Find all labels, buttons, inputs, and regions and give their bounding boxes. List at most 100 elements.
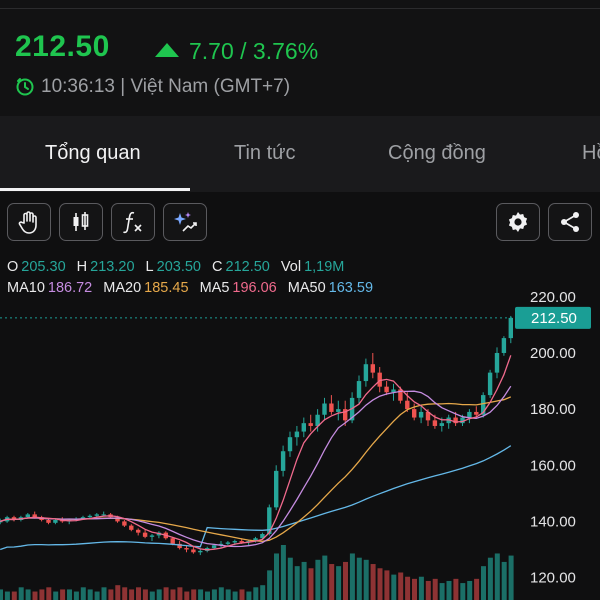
candle-body xyxy=(322,403,327,415)
volume-bar xyxy=(343,561,348,600)
hand-icon xyxy=(18,211,37,234)
volume-bar xyxy=(11,591,17,600)
ai-analysis-button[interactable] xyxy=(163,203,207,241)
y-tick-label: 140.00 xyxy=(530,513,576,530)
candle-body xyxy=(418,411,424,418)
y-tick-label: 200.00 xyxy=(530,345,576,362)
volume-bar xyxy=(329,564,335,600)
y-tick-label: 120.00 xyxy=(530,570,576,587)
tab-news[interactable]: Tin tức xyxy=(234,142,296,165)
indicators-button[interactable] xyxy=(111,203,155,241)
candle-body xyxy=(501,338,507,353)
volume-bar xyxy=(446,580,452,600)
candle-body xyxy=(467,411,472,418)
volume-bar xyxy=(142,589,148,600)
volume-bar xyxy=(4,591,10,600)
volume-bar xyxy=(239,589,245,600)
last-price-badge-text: 212.50 xyxy=(531,310,577,327)
share-icon xyxy=(561,212,579,232)
volume-bar xyxy=(308,568,314,600)
volume-bar xyxy=(170,589,176,600)
tab-overview[interactable]: Tổng quan xyxy=(45,142,141,165)
candle-body xyxy=(474,411,479,415)
volume-bar xyxy=(246,591,252,600)
tab-profile[interactable]: Hồ xyxy=(582,142,600,165)
volume-bar xyxy=(453,578,459,600)
volume-bar xyxy=(425,580,431,600)
volume-bar xyxy=(156,589,162,600)
candle-body xyxy=(356,381,362,398)
high-label: H xyxy=(76,259,88,275)
volume-bar xyxy=(349,553,355,600)
volume-bar xyxy=(32,591,38,600)
volume-bar xyxy=(508,555,514,600)
volume-bar xyxy=(439,583,445,600)
volume-bar xyxy=(474,578,480,600)
volume-bar xyxy=(377,568,383,600)
volume-bar xyxy=(274,553,279,600)
volume-bar xyxy=(225,589,231,600)
volume-bar xyxy=(336,566,342,600)
volume-bar xyxy=(432,578,438,600)
candle-body xyxy=(294,431,300,438)
low-value: 203.50 xyxy=(156,259,201,275)
volume-bar xyxy=(115,585,121,600)
candle-body xyxy=(336,409,341,412)
volume-bar xyxy=(198,589,204,600)
volume-bar xyxy=(177,587,183,600)
open-label: O xyxy=(7,259,19,275)
chart-settings-button[interactable] xyxy=(496,203,540,241)
candle-body xyxy=(87,515,93,518)
tab-community[interactable]: Cộng đồng xyxy=(388,142,486,165)
y-tick-label: 180.00 xyxy=(530,401,576,418)
price-header: 212.50 7.70 / 3.76% 10:36:13 | Việt Nam … xyxy=(0,0,600,116)
volume-bar xyxy=(363,559,369,600)
price-change: 7.70 / 3.76% xyxy=(155,38,318,65)
candle-body xyxy=(129,525,134,530)
moving-averages xyxy=(0,355,512,551)
candle-body xyxy=(487,372,493,396)
last-price: 212.50 xyxy=(15,30,110,63)
volume-bar xyxy=(322,555,328,600)
y-tick-label: 160.00 xyxy=(530,457,576,474)
candle-body xyxy=(412,409,417,418)
volume-bar xyxy=(384,570,390,600)
volume-bar xyxy=(25,589,31,600)
volume-bar xyxy=(494,553,500,600)
candle-body xyxy=(329,403,334,412)
top-divider xyxy=(0,8,600,9)
ma50-line xyxy=(0,445,512,551)
price-change-value: 7.70 / 3.76% xyxy=(189,38,319,64)
share-button[interactable] xyxy=(548,203,592,241)
gear-icon xyxy=(508,212,528,232)
price-chart[interactable]: 220.00 200.00 180.00 160.00 140.00 120.00 212… xyxy=(0,280,600,600)
volume-bar xyxy=(218,587,224,600)
volume-bar xyxy=(184,591,190,600)
volume-bar xyxy=(253,587,259,600)
candle-body xyxy=(280,451,286,471)
candle-body xyxy=(384,386,389,393)
candle-body xyxy=(232,541,237,543)
volume-bar xyxy=(232,591,238,600)
volume-bar xyxy=(101,587,107,600)
open-value: 205.30 xyxy=(21,259,66,275)
chart-type-button[interactable] xyxy=(59,203,103,241)
candle-body xyxy=(508,317,513,339)
volume-bar xyxy=(129,589,135,600)
volume-bar xyxy=(501,561,507,600)
candle-body xyxy=(122,521,127,526)
close-value: 212.50 xyxy=(225,259,270,275)
low-label: L xyxy=(145,259,154,275)
candle-body xyxy=(101,514,106,516)
tab-bar: Tổng quan Tin tức Cộng đồng Hồ xyxy=(0,116,600,192)
drag-mode-button[interactable] xyxy=(7,203,51,241)
volume-bar xyxy=(53,591,59,600)
candle-body xyxy=(149,535,155,537)
price-axis: 220.00 200.00 180.00 160.00 140.00 120.00 xyxy=(530,289,576,587)
volume-bar xyxy=(205,591,210,600)
y-tick-label: 220.00 xyxy=(530,289,576,306)
candle-body xyxy=(53,520,58,523)
volume-bar xyxy=(149,591,155,600)
candle-body xyxy=(494,352,500,373)
volume-bar xyxy=(398,572,404,600)
